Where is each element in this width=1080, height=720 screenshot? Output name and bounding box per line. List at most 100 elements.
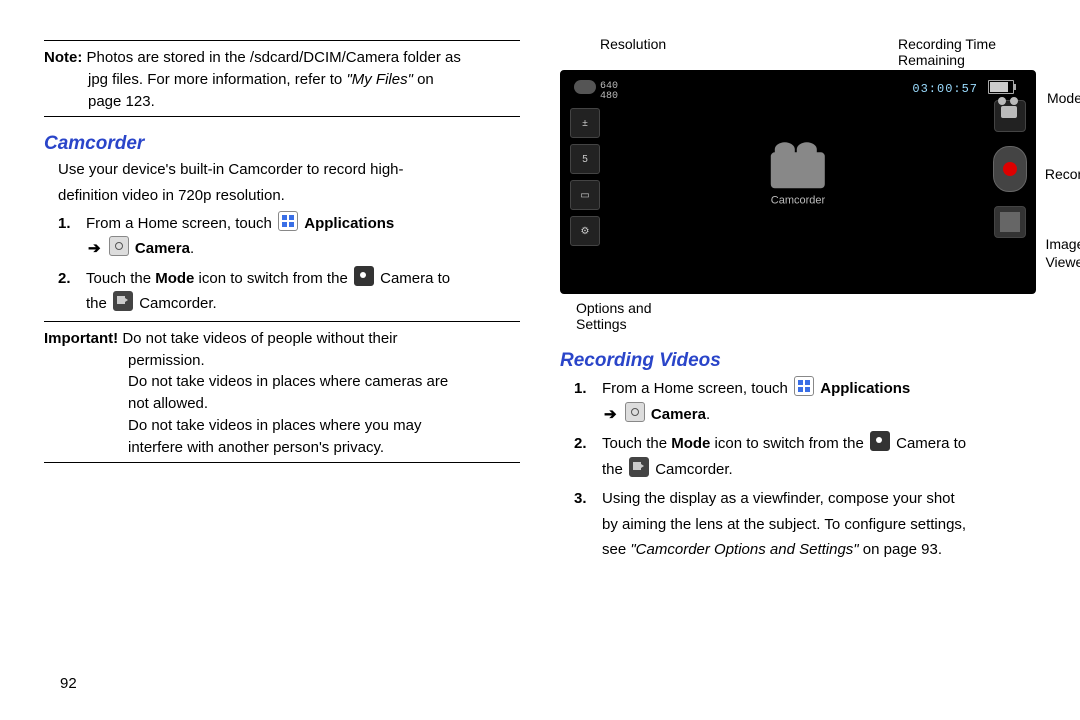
r3a: Using the display as a viewfinder, compo… xyxy=(602,490,955,507)
note-block: Note: Photos are stored in the /sdcard/D… xyxy=(44,47,520,112)
center-label: Camcorder xyxy=(771,194,825,206)
r3cref: "Camcorder Options and Settings" xyxy=(630,541,858,558)
step-1: 1. From a Home screen, touch Application… xyxy=(58,211,520,262)
imp-l5: Do not take videos in places where you m… xyxy=(128,417,422,434)
arrow-icon: ➔ xyxy=(604,402,617,428)
imp-l6: interfere with another person's privacy. xyxy=(128,439,384,456)
rule-after-important xyxy=(44,462,520,463)
camcorder-icon xyxy=(629,457,649,477)
rstep-1: 1. From a Home screen, touch Application… xyxy=(574,376,1036,427)
step-2: 2. Touch the Mode icon to switch from th… xyxy=(58,266,520,317)
label-viewer-1: Image xyxy=(1045,236,1080,252)
mode-button[interactable] xyxy=(994,100,1026,132)
r1-apps: Applications xyxy=(820,380,910,397)
r1-pre: From a Home screen, touch xyxy=(602,380,792,397)
step-num: 3. xyxy=(574,486,594,563)
label-mode: Mode xyxy=(1047,90,1080,108)
res-line2: 480 xyxy=(600,91,618,102)
imp-l2: permission. xyxy=(128,352,205,369)
camera-mode-icon xyxy=(870,431,890,451)
r3b: by aiming the lens at the subject. To co… xyxy=(602,516,966,533)
step1-end: . xyxy=(190,240,194,257)
s2d: the xyxy=(86,295,111,312)
opts-l2: Settings xyxy=(576,316,627,332)
record-button[interactable] xyxy=(993,146,1027,192)
note-line2-post: on xyxy=(413,71,434,88)
r1-camera: Camera xyxy=(651,406,706,423)
step-num: 2. xyxy=(574,431,594,482)
camcorder-icon xyxy=(113,291,133,311)
imp-l1: Do not take videos of people without the… xyxy=(122,330,397,347)
camcorder-steps: 1. From a Home screen, touch Application… xyxy=(44,211,520,317)
arrow-icon: ➔ xyxy=(88,236,101,262)
step1-pre: From a Home screen, touch xyxy=(86,215,276,232)
label-resolution: Resolution xyxy=(600,36,666,68)
camera-mode-icon xyxy=(354,266,374,286)
opts-l1: Options and xyxy=(576,300,652,316)
r3cpost: on page 93. xyxy=(859,541,942,558)
intro-line1: Use your device's built-in Camcorder to … xyxy=(44,159,520,181)
rule-before-important xyxy=(44,321,520,322)
resolution-readout: 640 480 xyxy=(600,82,618,102)
r2d: the xyxy=(602,461,627,478)
step1-camera: Camera xyxy=(135,240,190,257)
strip-number[interactable]: 5 xyxy=(570,144,600,174)
r2b: icon to switch from the xyxy=(710,435,868,452)
applications-icon xyxy=(794,376,814,396)
camcorder-big-icon xyxy=(771,152,825,188)
note-ref: "My Files" xyxy=(346,71,412,88)
s2b: icon to switch from the xyxy=(194,270,352,287)
rule-top xyxy=(44,40,520,41)
label-record: Record xyxy=(1045,166,1080,184)
label-viewer-2: Viewer xyxy=(1045,254,1080,270)
settings-gear-icon[interactable]: ⚙ xyxy=(570,216,600,246)
right-column: Resolution Recording Time Remaining 640 … xyxy=(560,36,1036,700)
heading-camcorder: Camcorder xyxy=(44,133,520,155)
camcorder-figure: Resolution Recording Time Remaining 640 … xyxy=(560,36,1036,332)
battery-icon xyxy=(988,80,1014,94)
step-num: 2. xyxy=(58,266,78,317)
step-num: 1. xyxy=(574,376,594,427)
page-number: 92 xyxy=(60,675,77,692)
left-column: Note: Photos are stored in the /sdcard/D… xyxy=(44,36,520,700)
step1-apps: Applications xyxy=(304,215,394,232)
recording-time-readout: 03:00:57 xyxy=(912,82,978,96)
r2a: Touch the xyxy=(602,435,671,452)
exposure-button[interactable]: ± xyxy=(570,108,600,138)
note-lead: Note: xyxy=(44,49,82,66)
applications-icon xyxy=(278,211,298,231)
camera-icon xyxy=(109,236,129,256)
image-viewer-button[interactable] xyxy=(994,206,1026,238)
imp-l3: Do not take videos in places where camer… xyxy=(128,373,448,390)
center-camcorder-graphic: Camcorder xyxy=(771,152,825,206)
r1-end: . xyxy=(706,406,710,423)
label-rectime-1: Recording Time xyxy=(898,36,996,52)
recording-steps: 1. From a Home screen, touch Application… xyxy=(560,376,1036,563)
options-strip: ± 5 ▭ ⚙ xyxy=(570,108,600,246)
note-line2-pre: jpg files. For more information, refer t… xyxy=(88,71,346,88)
rstep-3: 3. Using the display as a viewfinder, co… xyxy=(574,486,1036,563)
camcorder-screen: 640 480 03:00:57 Camcorder ± 5 xyxy=(560,70,1036,294)
step-num: 1. xyxy=(58,211,78,262)
cloud-icon xyxy=(574,80,596,94)
s2e: Camcorder. xyxy=(135,295,217,312)
r2e: Camcorder. xyxy=(651,461,733,478)
rule-after-note xyxy=(44,116,520,117)
camera-icon xyxy=(625,402,645,422)
label-rectime-2: Remaining xyxy=(898,52,965,68)
s2c: Camera to xyxy=(376,270,450,287)
r2mode: Mode xyxy=(671,435,710,452)
intro-line2: definition video in 720p resolution. xyxy=(44,185,520,207)
s2mode: Mode xyxy=(155,270,194,287)
important-block: Important! Do not take videos of people … xyxy=(44,328,520,459)
important-lead: Important! xyxy=(44,330,118,347)
right-button-strip xyxy=(992,100,1028,238)
heading-recording-videos: Recording Videos xyxy=(560,350,1036,372)
resolution-button[interactable]: ▭ xyxy=(570,180,600,210)
r3cpre: see xyxy=(602,541,630,558)
rstep-2: 2. Touch the Mode icon to switch from th… xyxy=(574,431,1036,482)
note-line1: Photos are stored in the /sdcard/DCIM/Ca… xyxy=(87,49,461,66)
note-line3: page 123. xyxy=(88,93,155,110)
r2c: Camera to xyxy=(892,435,966,452)
label-options-settings: Options and Settings xyxy=(560,296,1036,332)
